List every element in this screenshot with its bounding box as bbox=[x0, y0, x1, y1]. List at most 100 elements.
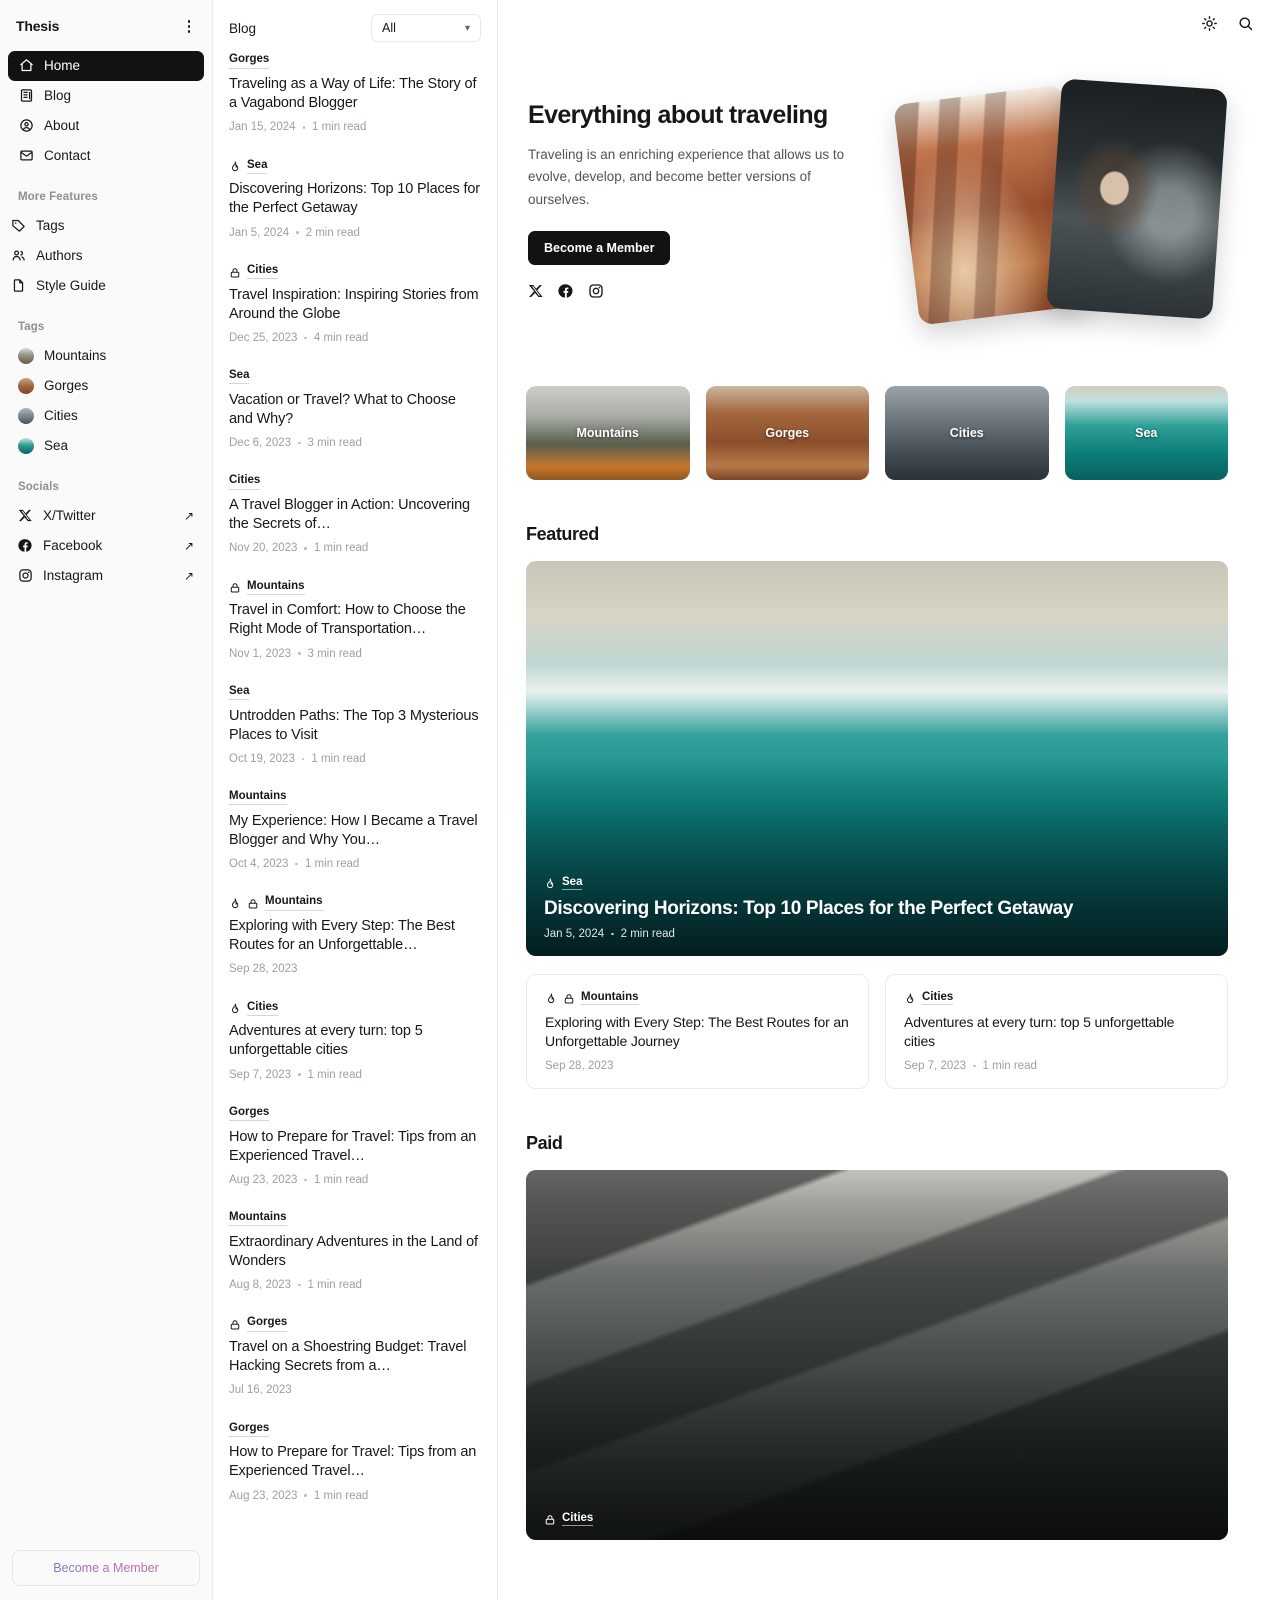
sidebar: Thesis Home Blog About Contact More Feat… bbox=[0, 0, 213, 1600]
separator-dot bbox=[973, 1065, 976, 1068]
sidebar-item-home[interactable]: Home bbox=[8, 51, 204, 81]
blog-list-item-title: A Travel Blogger in Action: Uncovering t… bbox=[229, 496, 481, 534]
sidebar-item-style-guide[interactable]: Style Guide bbox=[0, 271, 212, 301]
hero-photo-portrait bbox=[1046, 78, 1228, 319]
sidebar-tag-gorges[interactable]: Gorges bbox=[8, 371, 204, 401]
featured-mini-row: Mountains Exploring with Every Step: The… bbox=[526, 974, 1228, 1089]
sidebar-social-x-twitter[interactable]: X/Twitter ↗ bbox=[8, 501, 204, 531]
hero-text-block: Everything about traveling Traveling is … bbox=[528, 84, 868, 334]
blog-list-item[interactable]: GorgesTraveling as a Way of Life: The St… bbox=[229, 54, 481, 159]
blog-list-item-date: Nov 1, 2023 bbox=[229, 648, 291, 660]
blog-list-item-read: 4 min read bbox=[314, 332, 368, 344]
blog-list-item-meta: Gorges bbox=[229, 1107, 481, 1121]
brand-title: Thesis bbox=[16, 18, 59, 34]
separator-dot bbox=[296, 231, 299, 234]
sidebar-social-facebook[interactable]: Facebook ↗ bbox=[8, 531, 204, 561]
primary-nav: Home Blog About Contact bbox=[0, 45, 212, 171]
blog-filter-value: All bbox=[382, 21, 396, 35]
blog-list-item[interactable]: CitiesTravel Inspiration: Inspiring Stor… bbox=[229, 265, 481, 370]
blog-list-item[interactable]: MountainsExtraordinary Adventures in the… bbox=[229, 1212, 481, 1317]
separator-dot bbox=[302, 758, 305, 761]
blog-list-item-title: How to Prepare for Travel: Tips from an … bbox=[229, 1443, 481, 1481]
socials-nav: X/Twitter ↗ Facebook ↗ Instagram ↗ bbox=[0, 501, 212, 591]
blog-list-item-sub: Nov 20, 20231 min read bbox=[229, 542, 481, 554]
hero-become-member-button[interactable]: Become a Member bbox=[528, 231, 670, 265]
blog-list-item[interactable]: GorgesHow to Prepare for Travel: Tips fr… bbox=[229, 1422, 481, 1527]
external-link-icon: ↗ bbox=[184, 539, 194, 553]
featured-card[interactable]: Sea Discovering Horizons: Top 10 Places … bbox=[526, 561, 1228, 956]
blog-list-item-tag: Gorges bbox=[247, 1316, 287, 1331]
blog-list-column: Blog All ▾ GorgesTraveling as a Way of L… bbox=[213, 0, 498, 1600]
blog-list-item-date: Sep 28, 2023 bbox=[229, 963, 297, 975]
tag-thumb-icon bbox=[18, 348, 34, 364]
facebook-icon[interactable] bbox=[558, 283, 574, 299]
featured-mini-card[interactable]: Mountains Exploring with Every Step: The… bbox=[526, 974, 869, 1089]
blog-list-item[interactable]: MountainsExploring with Every Step: The … bbox=[229, 896, 481, 1001]
sidebar-item-blog[interactable]: Blog bbox=[8, 81, 204, 111]
category-tiles: Mountains Gorges Cities Sea bbox=[498, 334, 1280, 480]
blog-list-item-sub: Sep 7, 20231 min read bbox=[229, 1069, 481, 1081]
lock-icon bbox=[247, 897, 259, 909]
instagram-icon[interactable] bbox=[588, 283, 604, 299]
blog-list-item-tag: Gorges bbox=[229, 1106, 269, 1121]
blog-list-item[interactable]: GorgesHow to Prepare for Travel: Tips fr… bbox=[229, 1107, 481, 1212]
sidebar-item-about[interactable]: About bbox=[8, 111, 204, 141]
separator-dot bbox=[304, 337, 307, 340]
paid-heading: Paid bbox=[526, 1133, 1228, 1154]
sidebar-item-contact[interactable]: Contact bbox=[8, 141, 204, 171]
sidebar-item-tags[interactable]: Tags bbox=[0, 211, 212, 241]
featured-mini-card[interactable]: Cities Adventures at every turn: top 5 u… bbox=[885, 974, 1228, 1089]
category-tile-mountains[interactable]: Mountains bbox=[526, 386, 690, 480]
sidebar-item-label: Home bbox=[44, 58, 80, 73]
x-twitter-icon[interactable] bbox=[528, 283, 544, 299]
blog-list-item-read: 2 min read bbox=[306, 227, 360, 239]
sidebar-item-authors[interactable]: Authors bbox=[0, 241, 212, 271]
sidebar-social-label: X/Twitter bbox=[43, 508, 174, 523]
sidebar-tag-mountains[interactable]: Mountains bbox=[8, 341, 204, 371]
sidebar-social-instagram[interactable]: Instagram ↗ bbox=[8, 561, 204, 591]
blog-list-header: Blog All ▾ bbox=[213, 0, 497, 54]
sidebar-tag-label: Gorges bbox=[44, 378, 88, 393]
blog-list-item[interactable]: MountainsMy Experience: How I Became a T… bbox=[229, 791, 481, 896]
blog-filter-select[interactable]: All ▾ bbox=[371, 14, 481, 42]
blog-list-item-read: 3 min read bbox=[308, 437, 362, 449]
separator-dot bbox=[298, 1284, 301, 1287]
hero-social-links bbox=[528, 283, 868, 299]
blog-list-item-tag: Cities bbox=[247, 1001, 278, 1016]
category-label: Gorges bbox=[765, 426, 809, 440]
blog-list-item-date: Jul 16, 2023 bbox=[229, 1384, 292, 1396]
featured-card-date: Jan 5, 2024 bbox=[544, 928, 604, 940]
category-tile-cities[interactable]: Cities bbox=[885, 386, 1049, 480]
sidebar-item-label: Blog bbox=[44, 88, 71, 103]
sidebar-tag-cities[interactable]: Cities bbox=[8, 401, 204, 431]
blog-list-item[interactable]: CitiesA Travel Blogger in Action: Uncove… bbox=[229, 475, 481, 580]
blog-list-item-read: 1 min read bbox=[314, 542, 368, 554]
blog-list-item-title: Adventures at every turn: top 5 unforget… bbox=[229, 1022, 481, 1060]
sidebar-become-member-button[interactable]: Become a Member bbox=[12, 1550, 200, 1586]
category-tile-gorges[interactable]: Gorges bbox=[706, 386, 870, 480]
blog-list-item[interactable]: SeaUntrodden Paths: The Top 3 Mysterious… bbox=[229, 686, 481, 791]
blog-list-item[interactable]: SeaVacation or Travel? What to Choose an… bbox=[229, 370, 481, 475]
category-tile-sea[interactable]: Sea bbox=[1065, 386, 1229, 480]
blog-list-item[interactable]: SeaDiscovering Horizons: Top 10 Places f… bbox=[229, 159, 481, 264]
blog-list-item-meta: Mountains bbox=[229, 791, 481, 805]
blog-list-item[interactable]: MountainsTravel in Comfort: How to Choos… bbox=[229, 580, 481, 685]
lock-icon bbox=[229, 1318, 241, 1330]
blog-list-item[interactable]: Cities Adventures at every turn: top 5 un… bbox=[229, 1001, 481, 1106]
sidebar-tag-sea[interactable]: Sea bbox=[8, 431, 204, 461]
paid-card[interactable]: Cities bbox=[526, 1170, 1228, 1540]
lock-icon bbox=[229, 581, 241, 593]
search-icon[interactable] bbox=[1236, 14, 1254, 32]
blog-list-item-sub: Jul 16, 2023 bbox=[229, 1384, 481, 1396]
main-content: Everything about traveling Traveling is … bbox=[498, 0, 1280, 1600]
blog-list-item-tag: Cities bbox=[247, 264, 278, 279]
blog-list-item[interactable]: GorgesTravel on a Shoestring Budget: Tra… bbox=[229, 1317, 481, 1422]
sun-icon[interactable] bbox=[1200, 14, 1218, 32]
blog-list-item-title: Traveling as a Way of Life: The Story of… bbox=[229, 75, 481, 113]
blog-list-item-tag: Sea bbox=[229, 369, 249, 384]
featured-card-title: Discovering Horizons: Top 10 Places for … bbox=[544, 898, 1210, 920]
kebab-menu-icon[interactable] bbox=[182, 16, 197, 37]
sidebar-item-label: About bbox=[44, 118, 79, 133]
featured-section: Featured Sea Discovering Horizons: Top 1… bbox=[498, 524, 1280, 1089]
blog-list-item-date: Oct 19, 2023 bbox=[229, 753, 295, 765]
